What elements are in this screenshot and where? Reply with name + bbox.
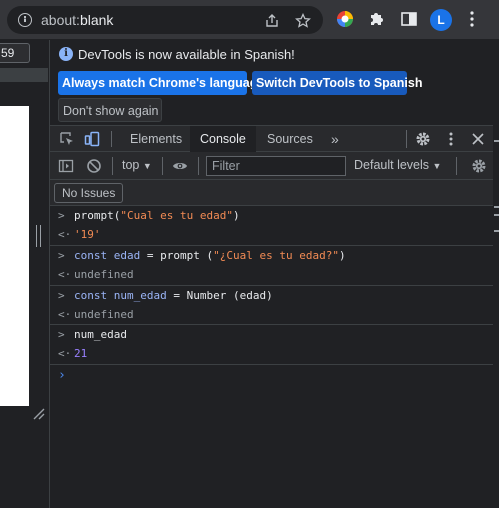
page-bar bbox=[0, 68, 48, 82]
console-entry: > const num_edad = Number (edad) <· unde… bbox=[50, 286, 493, 325]
profile-avatar[interactable]: L bbox=[430, 9, 452, 31]
settings-gear-icon[interactable] bbox=[415, 131, 431, 147]
sidebar-toggle-icon[interactable] bbox=[58, 158, 74, 174]
toolbar-separator bbox=[406, 130, 407, 148]
toolbar-separator bbox=[456, 157, 457, 175]
input-chevron-icon: > bbox=[58, 249, 65, 262]
console-result-line: <· undefined bbox=[50, 306, 493, 324]
input-chevron-icon: > bbox=[58, 209, 65, 222]
context-selector[interactable]: top ▼ bbox=[122, 158, 152, 172]
browser-toolbar: about:blank L bbox=[0, 0, 499, 40]
page-number-input[interactable]: 59 bbox=[0, 43, 30, 63]
switch-spanish-button[interactable]: Switch DevTools to Spanish bbox=[252, 71, 422, 95]
tab-sources[interactable]: Sources bbox=[257, 126, 323, 152]
info-icon[interactable] bbox=[18, 13, 32, 27]
input-chevron-icon: > bbox=[58, 328, 65, 341]
tab-separator bbox=[111, 131, 112, 147]
no-issues-button[interactable]: No Issues bbox=[54, 183, 124, 203]
extensions-puzzle-icon[interactable] bbox=[368, 10, 386, 28]
console-toolbar: top ▼ Default levels ▼ bbox=[50, 152, 493, 180]
dont-show-again-button[interactable]: Don't show again bbox=[58, 98, 162, 122]
console-entry: > const edad = prompt ("¿Cual es tu edad… bbox=[50, 246, 493, 286]
result-arrow-icon: <· bbox=[58, 268, 72, 281]
chevron-down-icon: ▼ bbox=[432, 161, 442, 171]
chrome-menu-icon[interactable] bbox=[470, 11, 474, 27]
resize-grip-icon[interactable] bbox=[33, 408, 45, 420]
console-result-line: <· undefined bbox=[50, 266, 493, 284]
console-input-line: > const edad = prompt ("¿Cual es tu edad… bbox=[50, 247, 493, 265]
result-arrow-icon: <· bbox=[58, 347, 72, 360]
right-edge-strip bbox=[493, 40, 499, 508]
input-chevron-icon: > bbox=[58, 289, 65, 302]
bookmark-star-icon[interactable] bbox=[295, 13, 311, 29]
inspect-element-icon[interactable] bbox=[59, 131, 75, 147]
filter-input[interactable] bbox=[206, 156, 346, 176]
log-levels-dropdown[interactable]: Default levels ▼ bbox=[354, 158, 441, 172]
tab-elements[interactable]: Elements bbox=[120, 126, 192, 152]
page-viewport: 59 bbox=[0, 40, 50, 508]
page-content bbox=[0, 106, 29, 406]
console-input-line: > num_edad bbox=[50, 326, 493, 344]
clear-console-icon[interactable] bbox=[86, 158, 102, 174]
console-input-line: > const num_edad = Number (edad) bbox=[50, 287, 493, 305]
result-arrow-icon: <· bbox=[58, 308, 72, 321]
devtools-tabbar: Elements Console Sources » bbox=[50, 126, 493, 152]
more-options-icon[interactable] bbox=[443, 131, 459, 147]
console-result-line: <· '19' bbox=[50, 226, 493, 244]
more-tabs-button[interactable]: » bbox=[321, 126, 349, 152]
info-circle-icon: i bbox=[59, 47, 73, 61]
match-language-button[interactable]: Always match Chrome's language bbox=[58, 71, 264, 95]
address-bar[interactable]: about:blank bbox=[7, 6, 323, 34]
toolbar-separator bbox=[198, 157, 199, 175]
toolbar-separator bbox=[162, 157, 163, 175]
console-settings-gear-icon[interactable] bbox=[471, 158, 487, 174]
toolbar-separator bbox=[112, 157, 113, 175]
language-infobar: i DevTools is now available in Spanish! … bbox=[50, 40, 493, 126]
devtools-panel: i DevTools is now available in Spanish! … bbox=[50, 40, 493, 508]
console-entry: > prompt("Cual es tu edad") <· '19' bbox=[50, 206, 493, 246]
console-prompt-caret-icon[interactable]: › bbox=[58, 369, 66, 383]
share-icon[interactable] bbox=[264, 13, 280, 29]
chevron-down-icon: ▼ bbox=[142, 161, 152, 171]
color-extension-icon[interactable] bbox=[336, 10, 354, 28]
side-panel-icon[interactable] bbox=[400, 10, 418, 28]
issues-bar: No Issues bbox=[50, 180, 493, 206]
console-result-line: <· 21 bbox=[50, 345, 493, 363]
infobar-message: DevTools is now available in Spanish! bbox=[78, 47, 295, 62]
devtools-drag-handle[interactable] bbox=[36, 225, 41, 247]
result-arrow-icon: <· bbox=[58, 228, 72, 241]
tab-console[interactable]: Console bbox=[190, 126, 256, 152]
address-url: about:blank bbox=[41, 12, 114, 28]
close-icon[interactable] bbox=[470, 131, 486, 147]
console-input-line: > prompt("Cual es tu edad") bbox=[50, 207, 493, 225]
console-output[interactable]: > prompt("Cual es tu edad") <· '19' > co… bbox=[50, 206, 493, 508]
console-entry: > num_edad <· 21 bbox=[50, 325, 493, 365]
live-expression-eye-icon[interactable] bbox=[172, 158, 188, 174]
device-toolbar-icon[interactable] bbox=[84, 131, 100, 147]
